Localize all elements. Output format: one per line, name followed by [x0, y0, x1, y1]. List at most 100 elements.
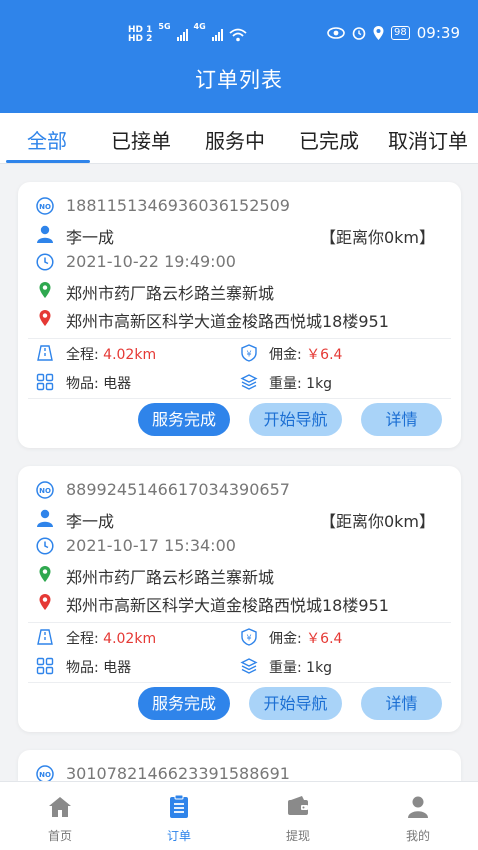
signal-icon-2: [211, 29, 223, 41]
order-status-tabs: 全部 已接单 服务中 已完成 取消订单: [0, 113, 478, 164]
goods: 物品: 电器: [66, 373, 131, 393]
tab-in-service[interactable]: 服务中: [205, 125, 265, 154]
svg-text:¥: ¥: [246, 350, 251, 359]
goods-value: 电器: [103, 376, 132, 392]
home-icon: [49, 797, 71, 817]
order-number: 3010782146623391588691: [66, 764, 290, 781]
tab-accepted[interactable]: 已接单: [111, 125, 171, 154]
page-title: 订单列表: [195, 68, 283, 92]
dropoff-location-icon: [36, 593, 54, 611]
route-icon: [37, 629, 53, 645]
pickup-location-icon: [36, 281, 54, 299]
weight-icon: [240, 658, 258, 674]
weight-label: 重量:: [269, 660, 302, 676]
tabbar-withdraw-label: 提现: [285, 829, 310, 843]
pickup-location-icon: [36, 565, 54, 583]
start-navigation-button[interactable]: 开始导航: [249, 687, 342, 720]
weight-icon: [240, 374, 258, 390]
network-indicators: HD 1 HD 2 5G 4G: [128, 22, 247, 48]
app-header: HD 1 HD 2 5G 4G 98 09:39 订单列表: [0, 0, 478, 113]
service-complete-button[interactable]: 服务完成: [138, 687, 230, 720]
alarm-icon: [352, 27, 366, 40]
weight: 重量: 1kg: [269, 657, 332, 677]
goods-label: 物品:: [66, 660, 99, 676]
svg-text:NO: NO: [39, 771, 51, 779]
user-icon: [36, 225, 54, 243]
commission-value: ￥6.4: [306, 631, 343, 647]
order-datetime: 2021-10-22 19:49:00: [66, 252, 236, 271]
weight-value: 1kg: [306, 376, 333, 392]
divider: [28, 398, 451, 399]
tab-all[interactable]: 全部: [27, 125, 67, 154]
pickup-address: 郑州市药厂路云杉路兰寨新城: [66, 284, 275, 303]
goods-icon: [36, 657, 54, 675]
commission: 佣金: ￥6.4: [269, 628, 342, 648]
battery-indicator: 98: [391, 26, 410, 40]
tabbar-orders-label: 订单: [166, 829, 191, 843]
tab-completed[interactable]: 已完成: [299, 125, 359, 154]
pickup-address: 郑州市药厂路云杉路兰寨新城: [66, 568, 275, 587]
bottom-tab-bar: 首页 订单 提现 我的: [0, 781, 478, 850]
total-distance: 全程: 4.02km: [66, 344, 156, 364]
dropoff-location-icon: [36, 309, 54, 327]
total-distance-label: 全程:: [66, 631, 99, 647]
total-distance: 全程: 4.02km: [66, 628, 156, 648]
tabbar-withdraw[interactable]: 提现: [258, 782, 338, 850]
weight-value: 1kg: [306, 660, 333, 676]
details-button[interactable]: 详情: [361, 687, 442, 720]
distance-from-you: 【距离你0km】: [319, 228, 435, 247]
tabbar-home[interactable]: 首页: [20, 782, 100, 850]
clock: 09:39: [416, 24, 460, 42]
total-distance-label: 全程:: [66, 347, 99, 363]
order-number: 18811513469360361525​09: [66, 196, 290, 215]
wifi-icon: [229, 28, 247, 42]
weight: 重量: 1kg: [269, 373, 332, 393]
tabbar-profile[interactable]: 我的: [378, 782, 458, 850]
order-number-icon: NO: [36, 765, 54, 781]
order-card[interactable]: NO 3010782146623391588691: [18, 750, 461, 781]
clock-icon: [36, 253, 54, 271]
commission-icon: ¥: [241, 628, 257, 646]
order-number: 889924514661703439065​7: [66, 480, 290, 499]
order-list-icon: [170, 794, 188, 818]
dropoff-address: 郑州市高新区科学大道金梭路西悦城18楼951: [66, 596, 389, 615]
order-number-icon: NO: [36, 481, 54, 499]
commission-label: 佣金:: [269, 347, 302, 363]
location-status-icon: [373, 26, 384, 40]
distance-from-you: 【距离你0km】: [319, 512, 435, 531]
divider: [28, 622, 451, 623]
wallet-icon: [288, 796, 308, 815]
dropoff-address: 郑州市高新区科学大道金梭路西悦城18楼951: [66, 312, 389, 331]
svg-text:¥: ¥: [246, 634, 251, 643]
goods-value: 电器: [103, 660, 132, 676]
eye-icon: [327, 27, 345, 39]
net2-label: 4G: [193, 22, 206, 31]
details-button[interactable]: 详情: [361, 403, 442, 436]
service-complete-button[interactable]: 服务完成: [138, 403, 230, 436]
divider: [28, 338, 451, 339]
signal-icon: [176, 29, 188, 41]
order-number-icon: NO: [36, 197, 54, 215]
order-card[interactable]: NO 889924514661703439065​7 李一成 【距离你0km】 …: [18, 466, 461, 732]
commission: 佣金: ￥6.4: [269, 344, 342, 364]
tabbar-home-label: 首页: [47, 829, 72, 843]
active-tab-indicator: [6, 160, 90, 163]
order-card[interactable]: NO 18811513469360361525​09 李一成 【距离你0km】 …: [18, 182, 461, 448]
user-icon: [36, 509, 54, 527]
order-datetime: 2021-10-17 15:34:00: [66, 536, 236, 555]
start-navigation-button[interactable]: 开始导航: [249, 403, 342, 436]
tab-cancelled[interactable]: 取消订单: [388, 125, 468, 154]
status-right: 98 09:39: [327, 24, 460, 42]
tabbar-orders[interactable]: 订单: [139, 782, 219, 850]
clock-icon: [36, 537, 54, 555]
net1-label: 5G: [158, 22, 171, 31]
status-bar: HD 1 HD 2 5G 4G 98 09:39: [0, 0, 478, 70]
route-icon: [37, 345, 53, 361]
goods: 物品: 电器: [66, 657, 131, 677]
svg-text:NO: NO: [39, 203, 51, 211]
hd2-label: HD 2: [128, 34, 153, 44]
total-distance-value: 4.02km: [103, 347, 157, 363]
divider: [28, 682, 451, 683]
profile-icon: [408, 796, 428, 818]
total-distance-value: 4.02km: [103, 631, 157, 647]
